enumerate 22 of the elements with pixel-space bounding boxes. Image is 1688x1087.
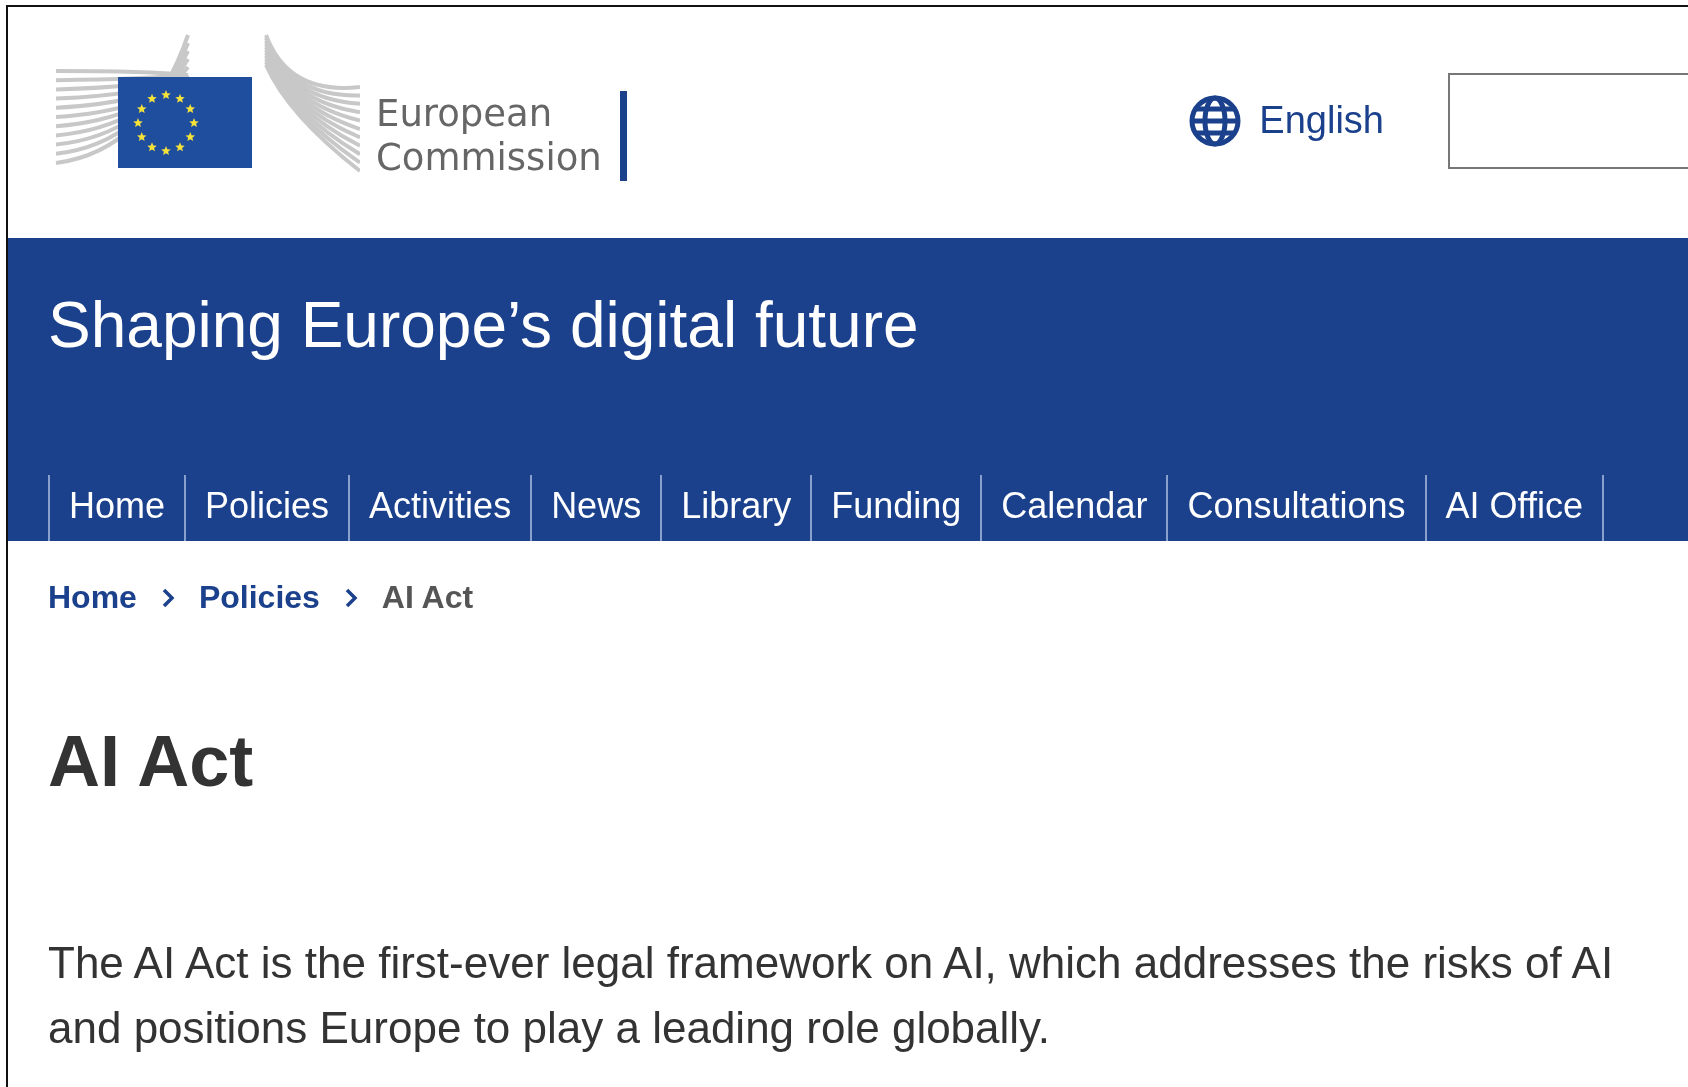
globe-icon — [1189, 94, 1242, 147]
search-field[interactable] — [1448, 72, 1688, 169]
chevron-icon — [160, 586, 175, 609]
breadcrumb-current: AI Act — [381, 579, 474, 616]
logo-text: European — [376, 91, 554, 136]
nav-link[interactable]: AI Office — [1424, 475, 1604, 541]
breadcrumb-link[interactable]: Policies — [198, 579, 320, 616]
nav-link[interactable]: News — [530, 475, 661, 541]
chevron-icon — [343, 586, 358, 609]
nav-link[interactable]: Activities — [348, 475, 531, 541]
site-title: Shaping Europe’s digital future — [48, 289, 919, 361]
nav-link[interactable]: Consultations — [1166, 475, 1425, 541]
nav-link[interactable]: Policies — [184, 475, 349, 541]
nav-link[interactable]: Home — [48, 475, 185, 541]
intro-paragraph: The AI Act is the first-ever legal framework on AI, which addresses the risks of AI and positions Europe to play a leading role globally. — [48, 937, 1615, 1054]
logo-text: Commission — [376, 135, 602, 180]
language-selector[interactable]: English — [1189, 94, 1384, 147]
nav-link[interactable]: Funding — [810, 475, 981, 541]
page-title: AI Act — [48, 720, 255, 802]
breadcrumb-link[interactable]: Home — [48, 579, 137, 616]
nav-link[interactable]: Library — [660, 475, 811, 541]
nav-link[interactable]: Calendar — [980, 475, 1167, 541]
